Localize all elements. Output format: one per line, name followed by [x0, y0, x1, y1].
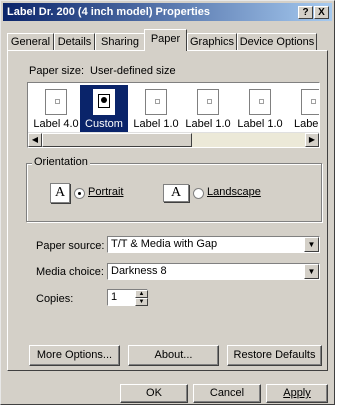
- more-options-button[interactable]: More Options...: [29, 345, 120, 366]
- paper-item-label-1-0[interactable]: Label 1.0: [184, 85, 232, 135]
- paper-sheet-icon: [249, 89, 271, 115]
- paper-item-label-1-0[interactable]: Label 1.0: [132, 85, 180, 135]
- copies-value[interactable]: 1: [111, 291, 117, 303]
- paper-item-label: Label 1.0: [185, 118, 231, 130]
- window-title: Label Dr. 200 (4 inch model) Properties: [7, 6, 210, 18]
- paper-source-value: T/T & Media with Gap: [111, 238, 218, 250]
- custom-paper-icon: [93, 89, 115, 115]
- media-choice-value: Darkness 8: [111, 265, 167, 277]
- media-choice-dropdown[interactable]: Darkness 8 ▼: [107, 263, 320, 280]
- paper-source-label: Paper source:: [36, 240, 105, 252]
- portrait-radio[interactable]: [74, 188, 85, 199]
- paper-source-dropdown[interactable]: T/T & Media with Gap ▼: [107, 236, 320, 253]
- help-button[interactable]: ?: [298, 6, 313, 19]
- paper-item-label-1-0[interactable]: Label 1.0: [236, 85, 284, 135]
- portrait-label-text: Portrait: [88, 186, 124, 198]
- landscape-label[interactable]: Landscape: [207, 186, 261, 198]
- paper-item-label: Custom: [85, 118, 123, 130]
- landscape-page-icon: A: [163, 184, 189, 202]
- scroll-thumb[interactable]: [42, 133, 192, 147]
- chevron-down-icon[interactable]: ▼: [304, 264, 319, 279]
- paper-size-value: User-defined size: [90, 65, 176, 77]
- paper-sheet-icon: [301, 89, 319, 115]
- paper-sheet-icon: [145, 89, 167, 115]
- paper-item-label: Label 1: [293, 118, 320, 130]
- tab-sharing[interactable]: Sharing: [95, 33, 145, 50]
- chevron-down-icon[interactable]: ▼: [304, 237, 319, 252]
- spin-down-icon[interactable]: ▼: [135, 298, 148, 306]
- paper-size-label: Paper size:: [29, 65, 85, 77]
- close-button[interactable]: X: [314, 6, 329, 19]
- landscape-label-text: Landscape: [207, 186, 261, 198]
- ok-button[interactable]: OK: [120, 384, 188, 403]
- tab-details[interactable]: Details: [54, 33, 95, 50]
- title-bar: Label Dr. 200 (4 inch model) Properties …: [3, 3, 332, 21]
- paper-item-label: Label 1.0: [133, 118, 179, 130]
- paper-item-custom[interactable]: Custom: [80, 85, 128, 135]
- tab-graphics[interactable]: Graphics: [187, 33, 237, 50]
- paper-item-label: Label 1.0: [237, 118, 283, 130]
- spin-up-icon[interactable]: ▲: [135, 290, 148, 298]
- restore-defaults-button[interactable]: Restore Defaults: [227, 345, 322, 366]
- landscape-radio[interactable]: [193, 188, 204, 199]
- tab-device-options[interactable]: Device Options: [237, 33, 317, 50]
- portrait-page-icon: A: [50, 183, 70, 203]
- copies-stepper[interactable]: 1 ▲ ▼: [107, 289, 148, 306]
- apply-button[interactable]: Apply: [266, 384, 328, 403]
- tab-paper[interactable]: Paper: [144, 29, 187, 51]
- paper-list-scrollbar[interactable]: ◀ ▶: [28, 132, 319, 147]
- paper-item-label-4-0[interactable]: Label 4.0: [32, 85, 80, 135]
- paper-sheet-icon: [45, 89, 67, 115]
- orientation-title: Orientation: [32, 156, 90, 168]
- paper-sheet-icon: [197, 89, 219, 115]
- portrait-label[interactable]: Portrait: [88, 186, 123, 198]
- paper-item-label-1[interactable]: Label 1: [288, 85, 319, 135]
- scroll-left-arrow-icon[interactable]: ◀: [28, 133, 42, 147]
- tab-general[interactable]: General: [7, 33, 54, 50]
- scroll-right-arrow-icon[interactable]: ▶: [305, 133, 319, 147]
- about-button[interactable]: About...: [128, 345, 219, 366]
- properties-dialog: Label Dr. 200 (4 inch model) Properties …: [0, 0, 335, 405]
- apply-button-text: Apply: [283, 387, 311, 399]
- media-choice-label: Media choice:: [36, 266, 104, 278]
- cancel-button[interactable]: Cancel: [193, 384, 261, 403]
- copies-label: Copies:: [36, 293, 74, 305]
